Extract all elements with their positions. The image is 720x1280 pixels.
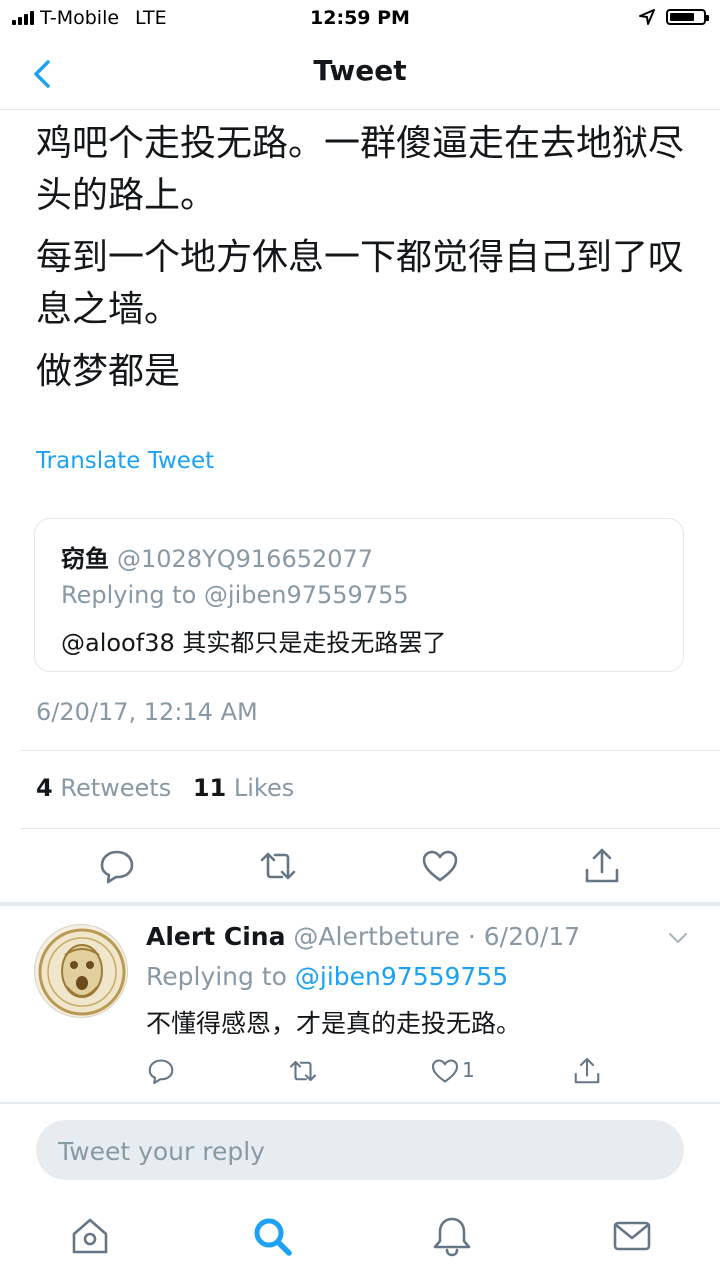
- tweet-paragraph: 鸡吧个走投无路。一群傻逼走在去地狱尽头的路上。: [36, 123, 685, 216]
- reply-replying-to: Replying to @jiben97559755: [146, 962, 508, 991]
- retweet-icon[interactable]: [258, 846, 298, 886]
- quoted-author-handle: @1028YQ916652077: [117, 545, 374, 573]
- tweet-paragraph: 做梦都是: [36, 351, 181, 392]
- tweet-paragraph: 每到一个地方休息一下都觉得自己到了叹息之墙。: [36, 237, 685, 330]
- reply-action-bar: 1: [0, 1052, 720, 1092]
- quoted-author-name: 窃鱼: [61, 545, 109, 573]
- home-icon[interactable]: [68, 1214, 112, 1258]
- reply-composer[interactable]: [36, 1120, 684, 1180]
- engagement-counts: 4 Retweets 11 Likes: [36, 774, 294, 802]
- status-bar: T-Mobile LTE 12:59 PM: [0, 0, 720, 36]
- notifications-bell-icon[interactable]: [430, 1214, 474, 1258]
- divider: [20, 828, 720, 829]
- tweet-timestamp: 6/20/17, 12:14 AM: [36, 698, 258, 726]
- reply-author-meta: @Alertbeture · 6/20/17: [293, 922, 581, 951]
- reply-like-count: 1: [462, 1058, 475, 1082]
- status-time: 12:59 PM: [310, 7, 410, 29]
- retweet-icon[interactable]: [288, 1056, 318, 1086]
- like-icon[interactable]: [430, 1056, 460, 1086]
- battery-fill: [670, 13, 694, 21]
- tab-bar: [0, 1198, 720, 1280]
- like-icon[interactable]: [420, 846, 460, 886]
- likes-count: 11: [192, 774, 227, 802]
- avatar[interactable]: [34, 924, 128, 1018]
- chevron-down-icon[interactable]: [666, 926, 690, 950]
- reply-author-name[interactable]: Alert Cina: [146, 922, 285, 951]
- nav-bar: Tweet: [0, 36, 720, 110]
- retweets-link[interactable]: 4 Retweets: [36, 774, 171, 802]
- likes-link[interactable]: 11 Likes: [193, 774, 294, 802]
- reply-icon[interactable]: [97, 846, 137, 886]
- retweets-count: 4: [36, 774, 53, 802]
- section-separator: [0, 1102, 720, 1104]
- status-right: [638, 8, 709, 26]
- tweet-action-bar: [0, 842, 720, 892]
- tweet-text: 鸡吧个走投无路。一群傻逼走在去地狱尽头的路上。 每到一个地方休息一下都觉得自己到…: [36, 118, 696, 408]
- location-arrow-icon: [639, 9, 655, 25]
- reply-text: 不懂得感恩，才是真的走投无路。: [146, 1009, 522, 1038]
- likes-label: Likes: [233, 774, 295, 802]
- translate-tweet-link[interactable]: Translate Tweet: [36, 448, 214, 474]
- reply-icon[interactable]: [146, 1056, 176, 1086]
- quoted-tweet-text: @aloof38 其实都只是走投无路罢了: [61, 629, 447, 657]
- divider: [20, 750, 720, 751]
- page-title: Tweet: [313, 54, 407, 87]
- share-icon[interactable]: [582, 846, 622, 886]
- search-icon[interactable]: [250, 1214, 294, 1258]
- retweets-label: Retweets: [60, 774, 172, 802]
- share-icon[interactable]: [572, 1056, 602, 1086]
- replying-prefix: Replying to: [146, 962, 287, 991]
- replying-handle-link[interactable]: @jiben97559755: [295, 962, 508, 991]
- battery-icon: [666, 9, 709, 25]
- quoted-tweet-header: 窃鱼 @1028YQ916652077: [61, 539, 373, 574]
- avatar-mask-image: [38, 928, 126, 1016]
- reply-header: Alert Cina @Alertbeture · 6/20/17: [146, 922, 580, 951]
- quoted-tweet-card[interactable]: 窃鱼 @1028YQ916652077 Replying to @jiben975…: [34, 518, 684, 672]
- messages-envelope-icon[interactable]: [610, 1214, 654, 1258]
- reply-input[interactable]: [56, 1130, 660, 1172]
- section-separator: [0, 902, 720, 906]
- quoted-replying-to: Replying to @jiben97559755: [61, 581, 409, 609]
